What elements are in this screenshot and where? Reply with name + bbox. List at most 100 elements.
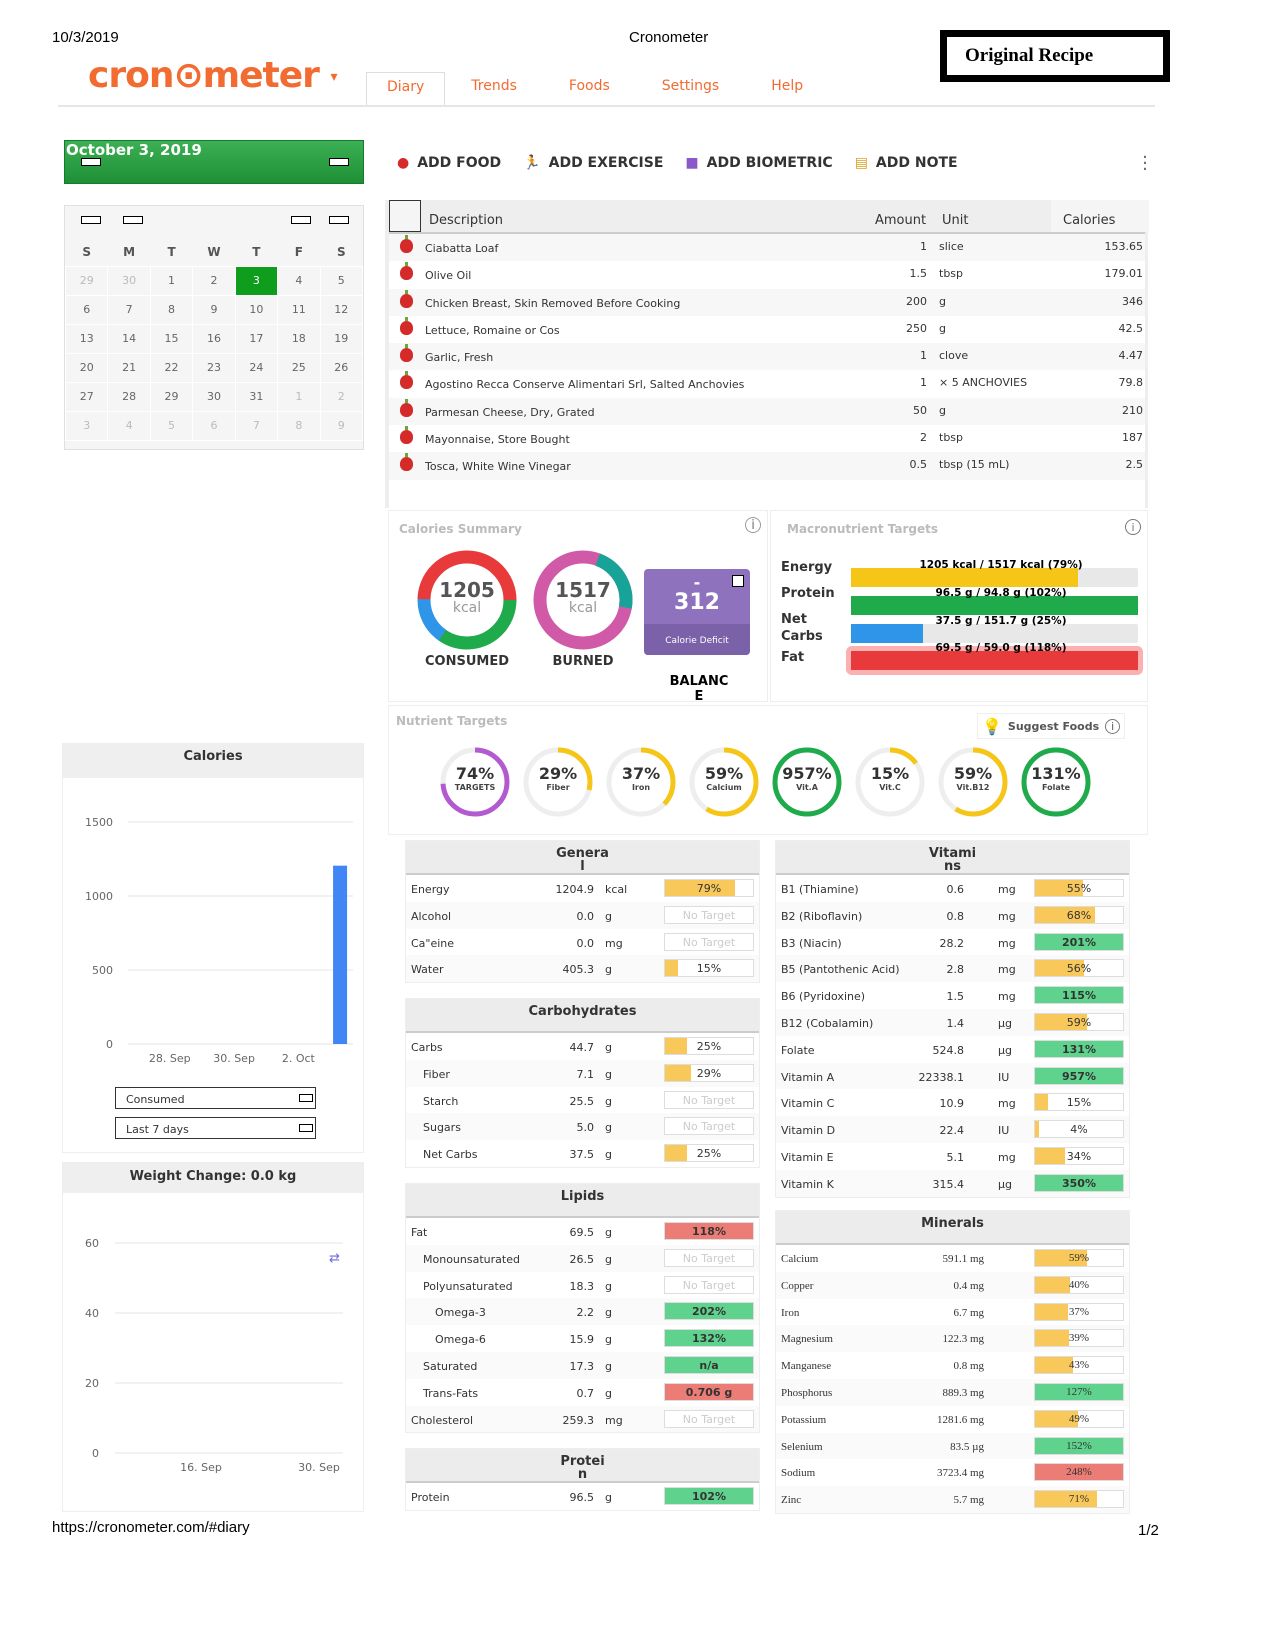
- calendar-day-selected[interactable]: 3: [234, 265, 279, 296]
- tab-help[interactable]: Help: [745, 72, 829, 106]
- nutrient-ring[interactable]: 74% TARGETS: [439, 746, 511, 818]
- calendar-day[interactable]: 23: [192, 352, 236, 383]
- nutrient-row[interactable]: Cholesterol 259.3 mg No Target: [406, 1405, 759, 1433]
- add-biometric-button[interactable]: ■ ADD BIOMETRIC: [685, 155, 832, 171]
- tab-foods[interactable]: Foods: [543, 72, 636, 106]
- calendar-day[interactable]: 2: [319, 381, 364, 412]
- calendar-day[interactable]: 14: [107, 323, 151, 354]
- nutrient-row[interactable]: Starch 25.5 g No Target: [406, 1087, 759, 1114]
- nutrient-row[interactable]: Magnesium 122.3 mg 39%: [776, 1325, 1129, 1353]
- col-amount[interactable]: Amount: [875, 213, 926, 228]
- calendar-day[interactable]: 7: [234, 410, 279, 441]
- food-row[interactable]: Lettuce, Romaine or Cos 250 g 42.5: [389, 316, 1145, 343]
- nutrient-ring[interactable]: 131% Folate: [1020, 746, 1092, 818]
- next-month-icon[interactable]: [291, 216, 311, 224]
- food-amount[interactable]: 1: [920, 376, 927, 389]
- nutrient-row[interactable]: Saturated 17.3 g n/a: [406, 1351, 759, 1379]
- next-year-icon[interactable]: [329, 216, 349, 224]
- nutrient-row[interactable]: Vitamin E 5.1 mg 34%: [776, 1143, 1129, 1170]
- calendar-day[interactable]: 29: [64, 265, 109, 296]
- food-unit[interactable]: g: [939, 322, 946, 335]
- current-date[interactable]: October 3, 2019: [66, 141, 363, 159]
- add-exercise-button[interactable]: 🏃 ADD EXERCISE: [523, 155, 663, 171]
- food-unit[interactable]: × 5 ANCHOVIES: [939, 376, 1027, 389]
- food-amount[interactable]: 250: [906, 322, 927, 335]
- range-select[interactable]: Last 7 days: [115, 1117, 316, 1139]
- food-row[interactable]: Garlic, Fresh 1 clove 4.47: [389, 343, 1145, 371]
- food-row[interactable]: Agostino Recca Conserve Alimentari Srl, …: [389, 370, 1145, 397]
- calendar-day[interactable]: 25: [277, 352, 321, 383]
- nutrient-row[interactable]: B6 (Pyridoxine) 1.5 mg 115%: [776, 982, 1129, 1009]
- nutrient-row[interactable]: Polyunsaturated 18.3 g No Target: [406, 1272, 759, 1299]
- food-unit[interactable]: g: [939, 295, 946, 308]
- prev-year-icon[interactable]: [81, 216, 101, 224]
- col-description[interactable]: Description: [429, 213, 503, 228]
- calendar-day[interactable]: 19: [319, 323, 364, 354]
- food-row[interactable]: Olive Oil 1.5 tbsp 179.01: [389, 261, 1145, 288]
- nutrient-row[interactable]: B1 (Thiamine) 0.6 mg 55%: [776, 875, 1129, 902]
- calendar-day[interactable]: 17: [234, 323, 279, 354]
- food-row[interactable]: Chicken Breast, Skin Removed Before Cook…: [389, 288, 1145, 316]
- calorie-bar[interactable]: [333, 865, 348, 1044]
- food-amount[interactable]: 0.5: [910, 458, 928, 471]
- nutrient-row[interactable]: B2 (Riboflavin) 0.8 mg 68%: [776, 901, 1129, 929]
- info-icon[interactable]: i: [1105, 718, 1121, 734]
- calendar-day[interactable]: 16: [192, 323, 236, 354]
- logo[interactable]: cron⊙meter ▾: [88, 55, 338, 96]
- tab-diary[interactable]: Diary: [366, 72, 446, 106]
- nutrient-row[interactable]: Calcium 591.1 mg 59%: [776, 1245, 1129, 1272]
- nutrient-row[interactable]: Omega-6 15.9 g 132%: [406, 1325, 759, 1352]
- nutrient-row[interactable]: Phosphorus 889.3 mg 127%: [776, 1378, 1129, 1406]
- info-icon[interactable]: i: [745, 517, 761, 533]
- nutrient-ring[interactable]: 37% Iron: [605, 746, 677, 818]
- chevron-down-icon[interactable]: [299, 1124, 313, 1132]
- nutrient-row[interactable]: B12 (Cobalamin) 1.4 µg 59%: [776, 1008, 1129, 1036]
- balance-settings-icon[interactable]: [732, 575, 744, 587]
- food-unit[interactable]: tbsp (15 mL): [939, 458, 1009, 471]
- food-row[interactable]: Ciabatta Loaf 1 slice 153.65: [389, 234, 1145, 262]
- calendar-day[interactable]: 4: [277, 265, 321, 296]
- nutrient-row[interactable]: Vitamin K 315.4 µg 350%: [776, 1169, 1129, 1197]
- suggest-foods-button[interactable]: 💡 Suggest Foods i: [977, 713, 1126, 739]
- calendar-day[interactable]: 30: [192, 381, 236, 412]
- nutrient-ring[interactable]: 59% Calcium: [688, 746, 760, 818]
- nutrient-row[interactable]: Copper 0.4 mg 40%: [776, 1271, 1129, 1299]
- calendar-day[interactable]: 20: [64, 352, 109, 383]
- food-amount[interactable]: 50: [913, 404, 927, 417]
- food-amount[interactable]: 2: [920, 431, 927, 444]
- nutrient-row[interactable]: Alcohol 0.0 g No Target: [406, 901, 759, 929]
- calendar-day[interactable]: 12: [319, 294, 364, 325]
- calendar-day[interactable]: 3: [64, 410, 109, 441]
- calendar-day[interactable]: 8: [277, 410, 321, 441]
- info-icon[interactable]: i: [1125, 519, 1141, 535]
- calendar-day[interactable]: 5: [319, 265, 364, 296]
- calendar-day[interactable]: 31: [234, 381, 279, 412]
- calendar-day[interactable]: 29: [149, 381, 194, 412]
- calendar-day[interactable]: 30: [107, 265, 151, 296]
- food-amount[interactable]: 1: [920, 349, 927, 362]
- nutrient-row[interactable]: Fat 69.5 g 118%: [406, 1218, 759, 1245]
- metric-select[interactable]: Consumed: [115, 1087, 316, 1109]
- food-unit[interactable]: tbsp: [939, 431, 963, 444]
- nutrient-row[interactable]: Vitamin D 22.4 IU 4%: [776, 1116, 1129, 1143]
- nutrient-ring[interactable]: 59% Vit.B12: [937, 746, 1009, 818]
- nutrient-row[interactable]: Sodium 3723.4 mg 248%: [776, 1459, 1129, 1486]
- calendar-day[interactable]: 15: [149, 323, 194, 354]
- nutrient-row[interactable]: Water 405.3 g 15%: [406, 955, 759, 983]
- nutrient-row[interactable]: Net Carbs 37.5 g 25%: [406, 1140, 759, 1167]
- select-all-checkbox[interactable]: [389, 200, 421, 232]
- prev-month-icon[interactable]: [123, 216, 143, 224]
- food-amount[interactable]: 1.5: [910, 267, 928, 280]
- food-row[interactable]: Tosca, White Wine Vinegar 0.5 tbsp (15 mL)…: [389, 452, 1145, 480]
- date-picker-bar[interactable]: October 3, 2019: [64, 140, 364, 184]
- calendar-day[interactable]: 1: [277, 381, 321, 412]
- tab-trends[interactable]: Trends: [445, 72, 543, 106]
- calendar-day[interactable]: 10: [234, 294, 279, 325]
- nutrient-row[interactable]: Monounsaturated 26.5 g No Target: [406, 1244, 759, 1272]
- food-row[interactable]: Mayonnaise, Store Bought 2 tbsp 187: [389, 425, 1145, 452]
- nutrient-row[interactable]: B3 (Niacin) 28.2 mg 201%: [776, 929, 1129, 956]
- calendar-day[interactable]: 24: [234, 352, 279, 383]
- nutrient-ring[interactable]: 15% Vit.C: [854, 746, 926, 818]
- nutrient-row[interactable]: Sugars 5.0 g No Target: [406, 1113, 759, 1141]
- nutrient-row[interactable]: Manganese 0.8 mg 43%: [776, 1352, 1129, 1379]
